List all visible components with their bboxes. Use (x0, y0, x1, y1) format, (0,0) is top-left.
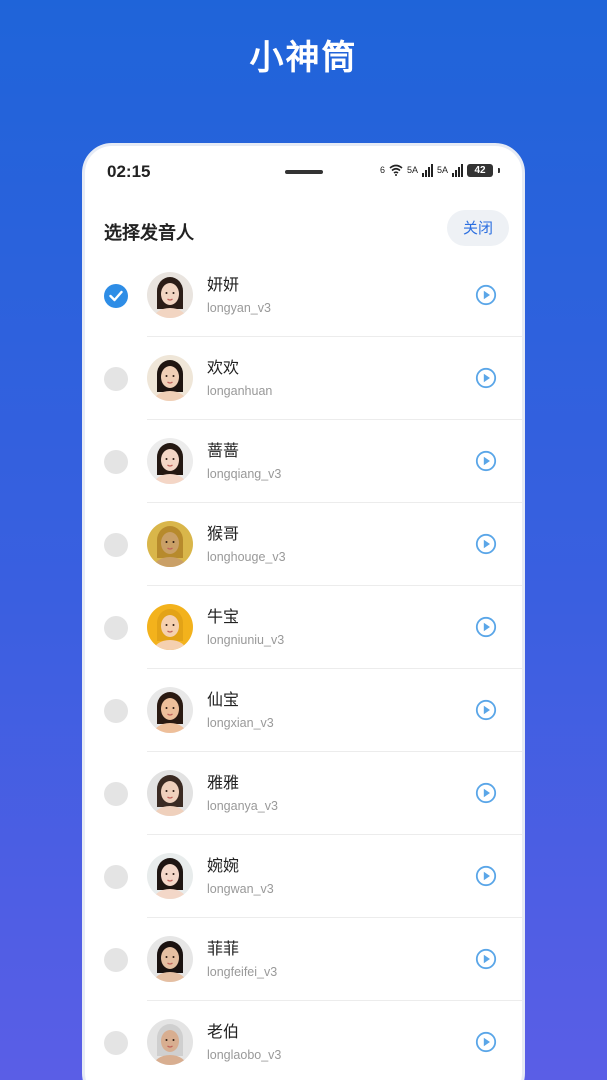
phone-frame: 02:15 6 5A 5A 42 选择发音人 关闭 妍妍 longyan_v3 … (82, 143, 525, 1080)
status-bar: 02:15 6 5A 5A 42 (85, 146, 522, 202)
wifi-icon (389, 164, 403, 176)
voice-list-item[interactable]: 欢欢 longanhuan (85, 337, 522, 420)
voice-list-item[interactable]: 仙宝 longxian_v3 (85, 669, 522, 752)
status-time: 02:15 (107, 162, 151, 181)
voice-id: longlaobo_v3 (207, 1048, 282, 1062)
voice-name: 婉婉 (207, 856, 240, 875)
radio-checked-icon[interactable] (104, 284, 128, 308)
voice-avatar (147, 770, 193, 816)
sheet-title: 选择发音人 (104, 223, 194, 244)
radio-unchecked-icon[interactable] (104, 948, 128, 972)
voice-id: longhouge_v3 (207, 550, 286, 564)
play-preview-icon[interactable] (475, 616, 497, 638)
close-button[interactable]: 关闭 (447, 210, 509, 246)
network-label-3: 5A (436, 165, 448, 175)
voice-name: 仙宝 (207, 690, 240, 709)
play-preview-icon[interactable] (475, 367, 497, 389)
sheet-header: 选择发音人 关闭 (85, 208, 522, 252)
voice-avatar (147, 355, 193, 401)
voice-id: longwan_v3 (207, 882, 274, 896)
voice-id: longxian_v3 (207, 716, 274, 730)
voice-avatar (147, 853, 193, 899)
voice-name: 猴哥 (207, 524, 240, 543)
top-drag-handle[interactable] (285, 170, 323, 174)
voice-id: longfeifei_v3 (207, 965, 278, 979)
radio-unchecked-icon[interactable] (104, 533, 128, 557)
voice-list-item[interactable]: 牛宝 longniuniu_v3 (85, 586, 522, 669)
voice-name: 雅雅 (207, 773, 240, 792)
play-preview-icon[interactable] (475, 1031, 497, 1053)
radio-unchecked-icon[interactable] (104, 450, 128, 474)
play-preview-icon[interactable] (475, 948, 497, 970)
voice-name: 菲菲 (207, 939, 240, 958)
radio-unchecked-icon[interactable] (104, 865, 128, 889)
voice-name: 妍妍 (207, 275, 240, 294)
voice-avatar (147, 687, 193, 733)
battery-icon: 42 (467, 163, 493, 177)
voice-id: longyan_v3 (207, 301, 271, 315)
radio-unchecked-icon[interactable] (104, 782, 128, 806)
voice-name: 蔷蔷 (207, 441, 240, 460)
voice-name: 牛宝 (207, 607, 240, 626)
radio-unchecked-icon[interactable] (104, 1031, 128, 1055)
status-icons: 6 5A 5A 42 (380, 163, 500, 177)
voice-avatar (147, 604, 193, 650)
voice-name: 欢欢 (207, 358, 240, 377)
voice-list-item[interactable]: 婉婉 longwan_v3 (85, 835, 522, 918)
voice-id: longanya_v3 (207, 799, 278, 813)
radio-unchecked-icon[interactable] (104, 699, 128, 723)
voice-list: 妍妍 longyan_v3 欢欢 longanhuan 蔷蔷 longqiang_v3 猴哥… (85, 254, 522, 1080)
voice-id: longqiang_v3 (207, 467, 282, 481)
network-label-1: 6 (379, 165, 385, 175)
voice-name: 老伯 (207, 1022, 240, 1041)
network-label-2: 5A (406, 165, 418, 175)
voice-avatar (147, 438, 193, 484)
voice-avatar (147, 1019, 193, 1065)
voice-list-item[interactable]: 雅雅 longanya_v3 (85, 752, 522, 835)
voice-id: longanhuan (207, 384, 273, 398)
play-preview-icon[interactable] (475, 865, 497, 887)
play-preview-icon[interactable] (475, 699, 497, 721)
radio-unchecked-icon[interactable] (104, 367, 128, 391)
voice-list-item[interactable]: 蔷蔷 longqiang_v3 (85, 420, 522, 503)
voice-id: longniuniu_v3 (207, 633, 285, 647)
voice-list-item[interactable]: 菲菲 longfeifei_v3 (85, 918, 522, 1001)
radio-unchecked-icon[interactable] (104, 616, 128, 640)
play-preview-icon[interactable] (475, 533, 497, 555)
play-preview-icon[interactable] (475, 782, 497, 804)
voice-list-item[interactable]: 老伯 longlaobo_v3 (85, 1001, 522, 1080)
voice-avatar (147, 936, 193, 982)
voice-avatar (147, 521, 193, 567)
signal-icon (421, 163, 433, 177)
voice-list-item[interactable]: 猴哥 longhouge_v3 (85, 503, 522, 586)
app-title: 小神筒 (249, 38, 358, 78)
voice-avatar (147, 272, 193, 318)
play-preview-icon[interactable] (475, 284, 497, 306)
battery-tip (498, 167, 500, 173)
play-preview-icon[interactable] (475, 450, 497, 472)
voice-list-item[interactable]: 妍妍 longyan_v3 (85, 254, 522, 337)
signal-icon-2 (452, 163, 463, 177)
